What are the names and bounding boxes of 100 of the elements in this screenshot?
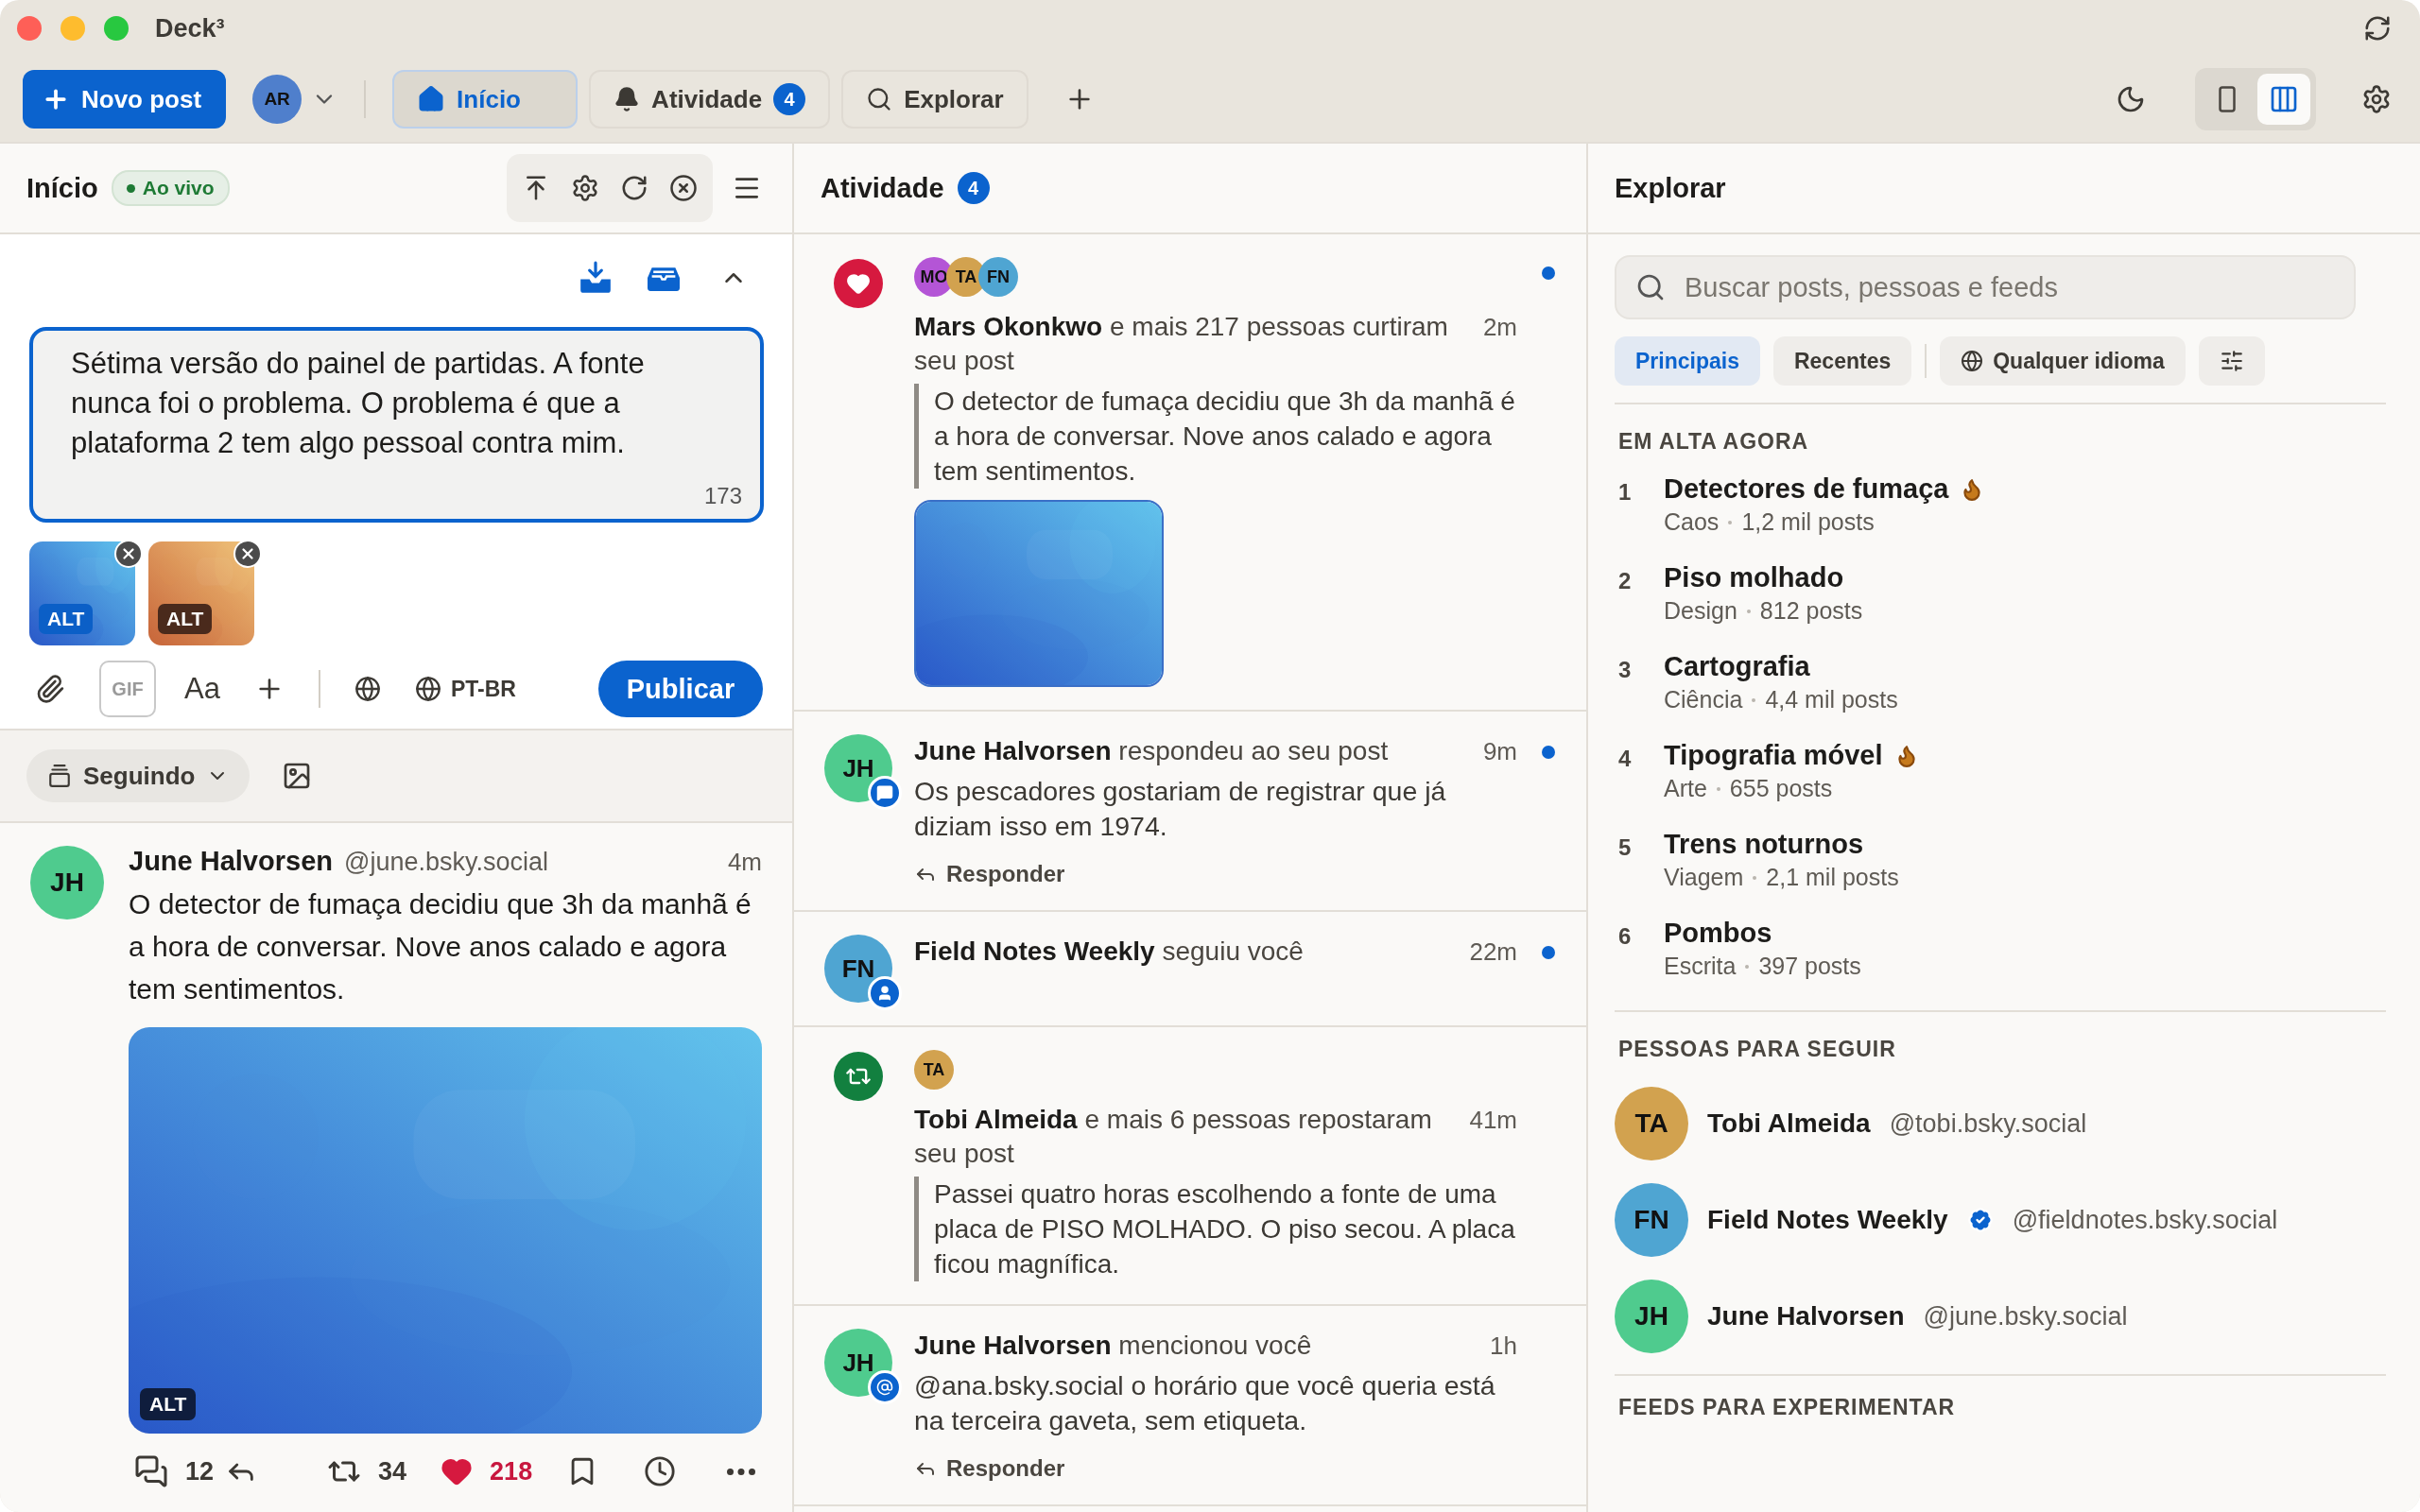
trend-post-count: 4,4 mil posts [1765, 686, 1898, 713]
refresh-icon [620, 174, 648, 202]
account-switcher[interactable]: AR [252, 75, 338, 124]
sliders-icon [2219, 349, 2244, 373]
like-count: 218 [490, 1456, 533, 1486]
trend-topic[interactable]: Pombos [1664, 918, 1772, 949]
notification-time: 22m [1469, 936, 1517, 968]
language-button[interactable]: PT-BR [414, 676, 516, 702]
heart-icon [846, 271, 871, 296]
section-heading: FEEDS PARA EXPERIMENTAR [1618, 1395, 1957, 1420]
trend-post-count: 1,2 mil posts [1741, 508, 1875, 536]
globe-icon [414, 676, 441, 702]
live-status: Ao vivo [111, 170, 230, 206]
layout-button[interactable] [2257, 74, 2310, 125]
user-avatar[interactable]: FN [978, 257, 1018, 297]
alt-text-tag[interactable]: ALT [158, 604, 213, 634]
trend-post-count: 397 posts [1758, 953, 1861, 980]
trend-topic[interactable]: Cartografia [1664, 651, 1810, 682]
user-avatar[interactable]: TA [1615, 1087, 1688, 1160]
notification-title: Mars Okonkwo e mais 217 pessoas curtiram seu post [914, 311, 1449, 377]
notification-title: Field Notes Weekly seguiu você [914, 936, 1305, 968]
remove-button[interactable] [233, 540, 262, 568]
reply-count: 12 [185, 1456, 215, 1486]
globe-icon [354, 676, 381, 702]
reply-link[interactable]: Responder [914, 1455, 1065, 1482]
user-avatar[interactable]: FN [1615, 1183, 1688, 1257]
paperclip-icon [35, 674, 65, 704]
nav-tab[interactable]: Início [392, 70, 579, 129]
quoted-post: O detector de fumaça decidiu que 3h da manhã é a hora de conversar. Nove anos calado e agora tem sentimentos. [914, 384, 1517, 489]
user-avatar[interactable]: TA [914, 1050, 954, 1090]
person-handle: @fieldnotes.bsky.social [2012, 1205, 2278, 1235]
trend-rank: 4 [1618, 745, 1633, 773]
nav-tab[interactable]: Atividade 4 [589, 70, 831, 129]
globe-icon [1961, 350, 1984, 372]
nav-tab[interactable]: Explorar [841, 70, 1028, 129]
notification-text: Os pescadores gostariam de registrar que já diziam isso em 1974. [914, 775, 1447, 843]
character-count: 173 [703, 483, 742, 509]
quoted-post: Passei quatro horas escolhendo a fonte de uma placa de PISO MOLHADO. O piso secou. A placa ficou magnífica. [914, 1177, 1517, 1281]
person-name[interactable]: Field Notes Weekly [1707, 1205, 1948, 1235]
column-title: Explorar [1615, 172, 1726, 204]
more-icon [727, 1468, 756, 1475]
trend-rank: 6 [1618, 922, 1633, 951]
filter-tab[interactable]: Recentes [1772, 336, 1912, 386]
settings-icon [571, 174, 599, 202]
section-heading: PESSOAS PARA SEGUIR [1618, 1037, 1897, 1062]
at-sign-icon [876, 1379, 893, 1396]
close-icon [669, 174, 698, 202]
trend-category: Caos [1664, 508, 1720, 536]
stack-icon [47, 764, 72, 788]
trend-topic[interactable]: Piso molhado [1664, 562, 1844, 593]
trend-topic[interactable]: Tipografia móvel [1664, 740, 1883, 771]
clock-icon [644, 1455, 677, 1487]
person-icon [876, 985, 893, 1002]
trend-rank: 5 [1618, 833, 1633, 862]
search-field[interactable]: Buscar posts, pessoas e feeds [1683, 270, 2335, 304]
trend-category: Ciência [1664, 686, 1743, 713]
sync-icon [2363, 14, 2392, 43]
language-filter[interactable]: Qualquer idioma [1940, 336, 2186, 386]
bell-icon [614, 86, 641, 112]
person-name[interactable]: Tobi Almeida [1707, 1108, 1871, 1139]
notification-title: Tobi Almeida e mais 6 pessoas repostaram seu post [914, 1104, 1433, 1170]
filter-settings-button[interactable] [2198, 336, 2265, 386]
speech-bubbles-icon [134, 1454, 168, 1488]
search-icon [1635, 272, 1666, 302]
person-name[interactable]: June Halvorsen [1707, 1301, 1905, 1332]
publish-button[interactable]: Publicar [598, 661, 763, 717]
alt-text-tag[interactable]: ALT [39, 604, 94, 634]
user-avatar[interactable]: JH [30, 846, 104, 919]
trend-topic[interactable]: Trens noturnos [1664, 829, 1864, 860]
settings-icon [2361, 84, 2392, 114]
person-handle: @tobi.bsky.social [1889, 1108, 2087, 1139]
column-title: Atividade [821, 172, 944, 204]
reply-link[interactable]: Responder [914, 861, 1065, 887]
feed-filter-dropdown[interactable]: Seguindo [26, 749, 251, 802]
trend-topic[interactable]: Detectores de fumaça [1664, 473, 1949, 505]
font-button[interactable]: Aa [184, 672, 220, 706]
notification-time: 9m [1482, 736, 1517, 767]
moon-icon [2116, 84, 2146, 114]
person-handle: @june.bsky.social [1923, 1301, 2128, 1332]
user-avatar[interactable]: JH [1615, 1280, 1688, 1353]
trend-category: Arte [1664, 775, 1707, 802]
notification-time: 1h [1490, 1331, 1517, 1362]
filter-tab[interactable]: Principais [1615, 336, 1760, 386]
search-bar[interactable]: Buscar posts, pessoas e feeds [1615, 255, 2356, 319]
inbox-download-icon[interactable] [578, 260, 614, 296]
close-icon [120, 545, 137, 562]
close-icon [239, 545, 256, 562]
notification-text: @ana.bsky.social o horário que você queria está na terceira gaveta, sem etiqueta. [914, 1369, 1496, 1437]
post-text: O detector de fumaça decidiu que 3h da manhã é a hora de conversar. Nove anos calado e agora tem sentimentos. [129, 887, 752, 1006]
alt-text-tag[interactable]: ALT [140, 1388, 197, 1420]
section-heading: EM ALTA AGORA [1618, 429, 1810, 455]
repost-count: 34 [378, 1456, 407, 1486]
author-name[interactable]: June Halvorsen [129, 846, 333, 877]
trend-rank: 1 [1618, 478, 1633, 507]
remove-button[interactable] [114, 540, 143, 568]
notification-count: 4 [773, 83, 806, 115]
columns-icon [2269, 84, 2299, 114]
window-title: Deck³ [155, 13, 226, 43]
new-post-button[interactable]: Novo post [23, 70, 227, 129]
notification-title: June Halvorsen mencionou você [914, 1330, 1313, 1362]
